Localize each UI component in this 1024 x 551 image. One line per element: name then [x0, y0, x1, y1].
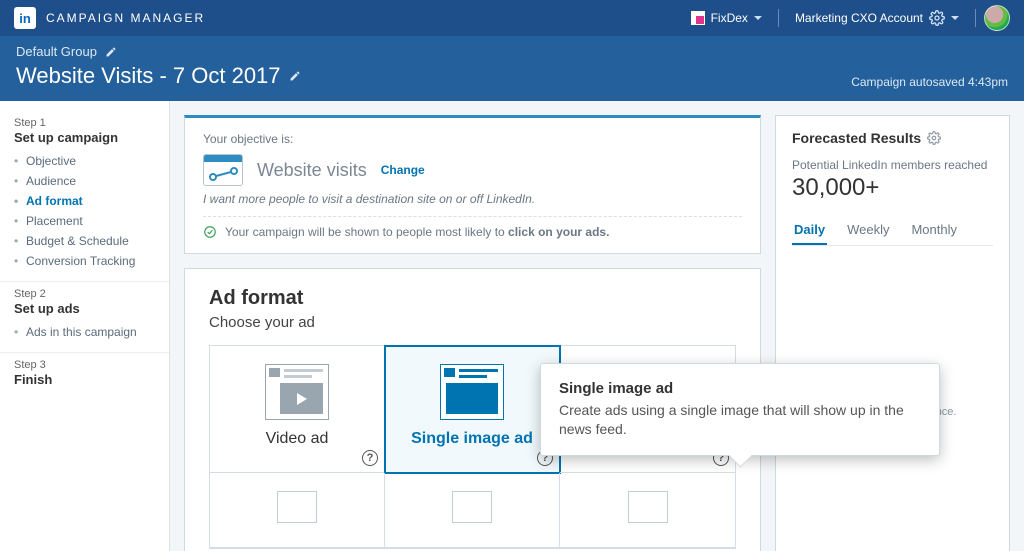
account-label: Marketing CXO Account — [795, 11, 923, 25]
divider — [778, 9, 779, 27]
ad-format-heading: Ad format — [209, 287, 736, 310]
step-title: Set up ads — [14, 301, 155, 316]
single-image-ad-icon — [440, 364, 504, 420]
ad-format-option-row2-2[interactable] — [385, 473, 560, 548]
objective-card: Your objective is: Website visits Change… — [184, 115, 761, 254]
avatar[interactable] — [984, 5, 1010, 31]
tooltip-title: Single image ad — [559, 380, 921, 397]
objective-label: Your objective is: — [203, 132, 742, 146]
ad-format-option-row2-1[interactable] — [210, 473, 385, 548]
group-name: Default Group — [16, 44, 97, 59]
linkedin-logo: in — [14, 7, 36, 29]
check-circle-icon — [203, 225, 217, 239]
objective-note: Your campaign will be shown to people mo… — [203, 216, 742, 239]
top-bar: in CAMPAIGN MANAGER FixDex Marketing CXO… — [0, 0, 1024, 36]
gear-icon — [929, 10, 945, 26]
pencil-icon[interactable] — [105, 46, 117, 58]
ad-format-subheading: Choose your ad — [209, 314, 736, 331]
app-title: CAMPAIGN MANAGER — [46, 11, 205, 25]
forecast-panel: Forecasted Results Potential LinkedIn me… — [775, 115, 1010, 551]
objective-title: Website visits — [257, 160, 367, 181]
campaign-name: Website Visits - 7 Oct 2017 — [16, 63, 281, 89]
chevron-down-icon — [754, 16, 762, 20]
step-num: Step 3 — [14, 359, 155, 371]
change-objective-link[interactable]: Change — [381, 163, 425, 177]
sidebar-item-audience[interactable]: Audience — [14, 171, 155, 191]
step-num: Step 1 — [14, 117, 155, 129]
step-title: Finish — [14, 372, 155, 387]
forecast-tab-monthly[interactable]: Monthly — [909, 216, 959, 245]
fixdex-label: FixDex — [711, 11, 748, 25]
ad-format-option-video[interactable]: Video ad ? — [210, 346, 385, 473]
forecast-tab-daily[interactable]: Daily — [792, 216, 827, 245]
sidebar-item-conversion[interactable]: Conversion Tracking — [14, 251, 155, 271]
objective-desc: I want more people to visit a destinatio… — [203, 192, 742, 206]
sidebar-item-budget[interactable]: Budget & Schedule — [14, 231, 155, 251]
forecast-reach-value: 30,000+ — [792, 174, 993, 202]
sidebar-item-placement[interactable]: Placement — [14, 211, 155, 231]
step-title: Set up campaign — [14, 130, 155, 145]
sidebar-item-ads-in-campaign[interactable]: Ads in this campaign — [14, 322, 155, 342]
forecast-reach-label: Potential LinkedIn members reached — [792, 158, 993, 172]
sub-bar: Default Group Website Visits - 7 Oct 201… — [0, 36, 1024, 101]
sidebar-step-1: Step 1 Set up campaign Objective Audienc… — [0, 111, 169, 282]
ad-format-option-single-image[interactable]: Single image ad ? — [385, 346, 560, 473]
forecast-tab-weekly[interactable]: Weekly — [845, 216, 891, 245]
divider — [975, 9, 976, 27]
account-switcher-fixdex[interactable]: FixDex — [683, 7, 770, 29]
fixdex-icon — [691, 11, 705, 25]
tooltip-single-image-ad: Single image ad Create ads using a singl… — [540, 363, 940, 456]
gear-icon[interactable] — [927, 131, 941, 145]
help-icon[interactable]: ? — [362, 450, 378, 466]
sidebar-step-3: Step 3 Finish — [0, 353, 169, 397]
chevron-down-icon — [951, 16, 959, 20]
ad-format-option-row2-3[interactable] — [560, 473, 735, 548]
pencil-icon[interactable] — [289, 70, 301, 82]
sidebar: Step 1 Set up campaign Objective Audienc… — [0, 101, 170, 551]
video-ad-icon — [265, 364, 329, 420]
website-visits-icon — [203, 154, 243, 186]
sidebar-step-2: Step 2 Set up ads Ads in this campaign — [0, 282, 169, 353]
option-title: Single image ad — [411, 430, 533, 448]
autosave-status: Campaign autosaved 4:43pm — [851, 75, 1008, 89]
tooltip-body: Create ads using a single image that wil… — [559, 401, 921, 439]
sidebar-item-objective[interactable]: Objective — [14, 151, 155, 171]
sidebar-item-ad-format[interactable]: Ad format — [14, 191, 155, 211]
forecast-heading: Forecasted Results — [792, 130, 921, 146]
step-num: Step 2 — [14, 288, 155, 300]
account-dropdown[interactable]: Marketing CXO Account — [787, 6, 967, 30]
option-title: Video ad — [266, 430, 329, 448]
